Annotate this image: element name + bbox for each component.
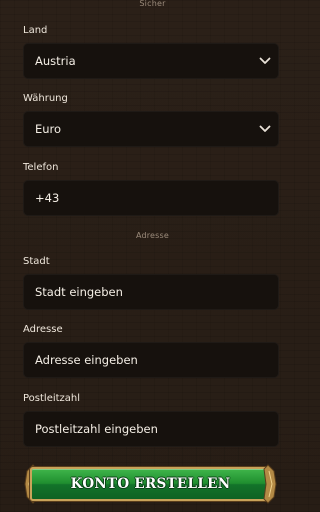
country-select[interactable]: Austria [23,43,279,79]
currency-select[interactable]: Euro [23,111,279,147]
chevron-down-icon [252,44,278,78]
ornament-icon [263,464,277,504]
address-label: Adresse [23,324,63,335]
section-caption-address: Adresse [135,231,170,240]
address-placeholder: Adresse eingeben [35,353,138,367]
country-label: Land [23,25,48,36]
currency-label: Währung [23,93,68,104]
city-label: Stadt [23,256,50,267]
phone-input[interactable]: +43 [23,180,279,216]
city-placeholder: Stadt eingeben [35,285,123,299]
create-account-button[interactable]: KONTO ERSTELLEN [30,467,271,501]
section-caption-top: Sicher [139,0,166,8]
address-input[interactable]: Adresse eingeben [23,342,279,378]
phone-label: Telefon [23,162,59,173]
country-value: Austria [35,54,76,68]
postcode-label: Postleitzahl [23,393,81,404]
currency-value: Euro [35,122,62,136]
chevron-down-icon [252,112,278,146]
postcode-placeholder: Postleitzahl eingeben [35,422,158,436]
create-account-button-frame[interactable]: KONTO ERSTELLEN [24,463,277,505]
postcode-input[interactable]: Postleitzahl eingeben [23,411,279,447]
phone-value: +43 [35,191,60,205]
city-input[interactable]: Stadt eingeben [23,274,279,310]
